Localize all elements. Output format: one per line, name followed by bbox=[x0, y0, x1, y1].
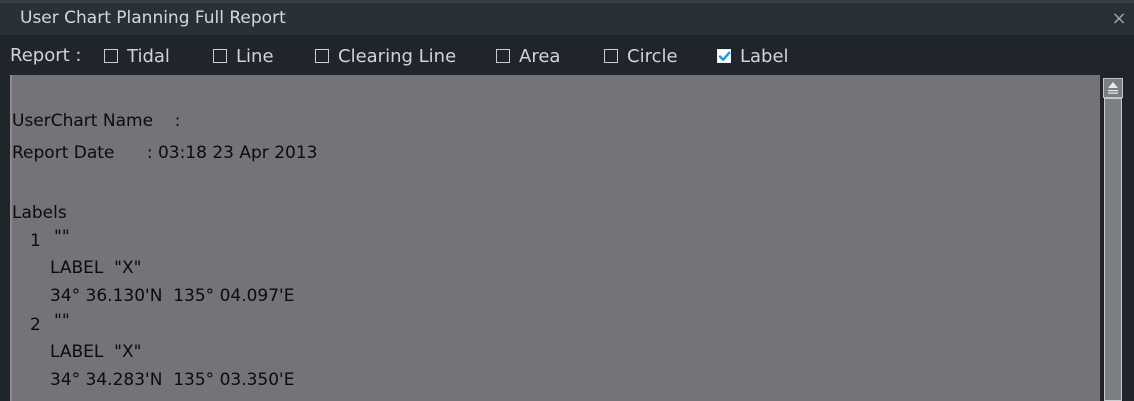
checkbox-clearing-line-box[interactable] bbox=[315, 49, 329, 63]
checkbox-area-box[interactable] bbox=[496, 49, 510, 63]
scroll-track[interactable] bbox=[1103, 98, 1123, 401]
report-window: User Chart Planning Full Report × Report… bbox=[0, 0, 1134, 401]
entry-2-index: 2 bbox=[30, 315, 41, 335]
entry-2-position: 34° 34.283'N 135° 03.350'E bbox=[50, 370, 295, 390]
checkbox-label-label: Label bbox=[740, 45, 789, 67]
userchart-name-line: UserChart Name : bbox=[12, 111, 181, 131]
entry-2-name: "" bbox=[54, 311, 70, 331]
checkbox-area-label: Area bbox=[519, 45, 561, 67]
checkbox-line-box[interactable] bbox=[213, 49, 227, 63]
scroll-thumb[interactable] bbox=[1104, 98, 1122, 401]
entry-1-position: 34° 36.130'N 135° 04.097'E bbox=[50, 286, 295, 306]
report-label: Report : bbox=[10, 45, 82, 66]
checkbox-clearing-line[interactable]: Clearing Line bbox=[315, 45, 456, 67]
checkbox-circle-label: Circle bbox=[627, 45, 678, 67]
checkmark-icon bbox=[718, 51, 731, 61]
labels-heading: Labels bbox=[12, 203, 67, 223]
checkbox-label-box[interactable] bbox=[717, 49, 731, 63]
checkbox-area[interactable]: Area bbox=[496, 45, 560, 67]
checkbox-circle[interactable]: Circle bbox=[604, 45, 678, 67]
scroll-up-icon bbox=[1108, 82, 1118, 94]
window-title: User Chart Planning Full Report bbox=[20, 8, 286, 28]
checkbox-tidal-box[interactable] bbox=[104, 49, 118, 63]
report-date-line: Report Date : 03:18 23 Apr 2013 bbox=[12, 143, 318, 163]
checkbox-clearing-line-label: Clearing Line bbox=[338, 45, 457, 67]
checkbox-label[interactable]: Label bbox=[717, 45, 789, 67]
title-bar: User Chart Planning Full Report × bbox=[0, 3, 1134, 35]
checkbox-circle-box[interactable] bbox=[604, 49, 618, 63]
scroll-up-button[interactable] bbox=[1103, 78, 1123, 98]
entry-1-name: "" bbox=[54, 227, 70, 247]
close-icon[interactable]: × bbox=[1110, 10, 1128, 28]
checkbox-tidal-label: Tidal bbox=[127, 45, 170, 67]
checkbox-line-label: Line bbox=[236, 45, 274, 67]
checkbox-tidal[interactable]: Tidal bbox=[104, 45, 170, 67]
report-options-bar: Report : Tidal Line Clearing Line Area C… bbox=[0, 35, 1134, 75]
entry-1-label: LABEL "X" bbox=[50, 258, 142, 278]
report-content: UserChart Name : Report Date : 03:18 23 … bbox=[10, 75, 1100, 401]
checkbox-line[interactable]: Line bbox=[213, 45, 274, 67]
vertical-scrollbar[interactable] bbox=[1100, 75, 1134, 401]
entry-2-label: LABEL "X" bbox=[50, 342, 142, 362]
entry-1-index: 1 bbox=[30, 231, 41, 251]
